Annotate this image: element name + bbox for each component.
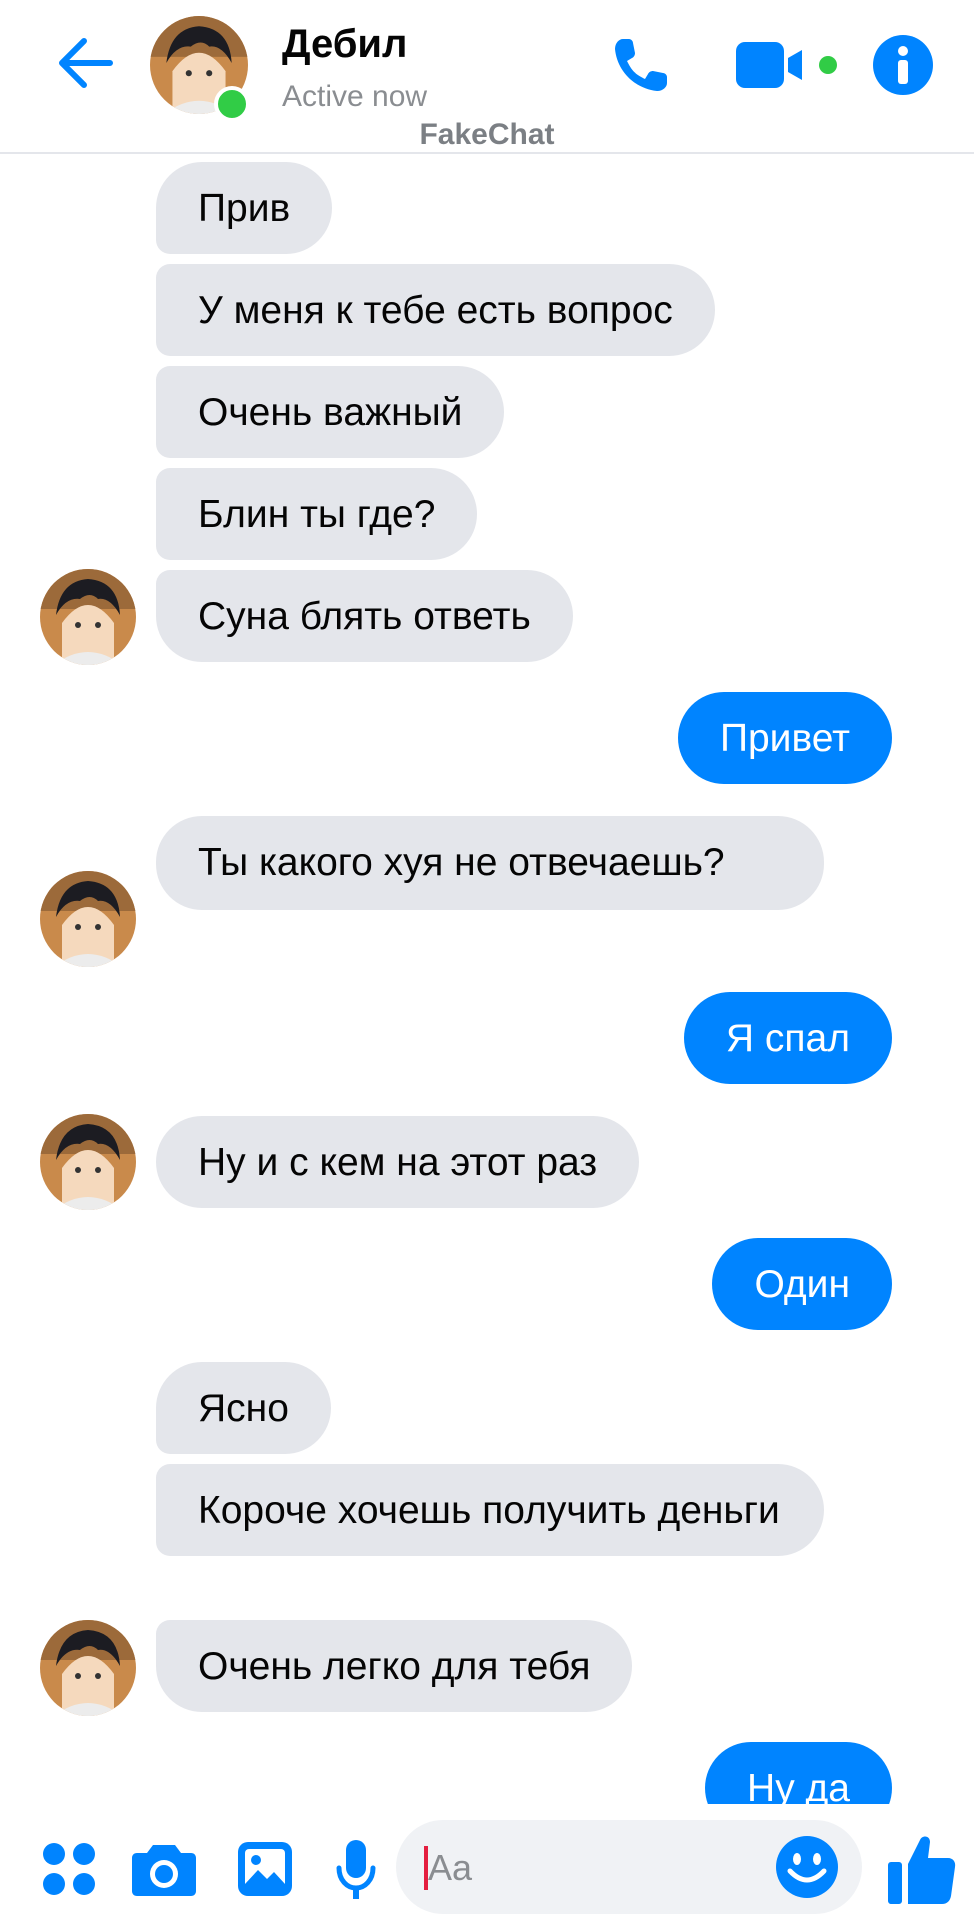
message-bubble-incoming[interactable]: Очень важный bbox=[156, 366, 505, 458]
message-bubble-incoming[interactable]: Очень легко для тебя bbox=[156, 1620, 633, 1712]
chat-header: Дебил Active now FakeChat bbox=[0, 0, 974, 154]
gallery-icon bbox=[238, 1842, 292, 1896]
voice-message-button[interactable] bbox=[326, 1832, 386, 1908]
composer-bar bbox=[0, 1806, 974, 1920]
message-bubble-incoming[interactable]: Блин ты где? bbox=[156, 468, 478, 560]
apps-button[interactable] bbox=[36, 1836, 102, 1902]
back-arrow-icon bbox=[59, 38, 113, 88]
emoji-button[interactable] bbox=[774, 1834, 840, 1900]
message-bubble-incoming[interactable]: Ну и с кем на этот раз bbox=[156, 1116, 640, 1208]
apps-icon bbox=[43, 1843, 95, 1895]
avatar-image bbox=[40, 1114, 136, 1210]
contact-avatar-small[interactable] bbox=[40, 569, 136, 665]
message-bubble-outgoing[interactable]: Привет bbox=[677, 692, 892, 784]
info-button[interactable] bbox=[872, 34, 934, 96]
online-indicator bbox=[214, 86, 250, 122]
message-input-container[interactable] bbox=[396, 1820, 862, 1916]
camera-icon bbox=[132, 1845, 196, 1896]
contact-name[interactable]: Дебил bbox=[282, 22, 407, 67]
contact-status: Active now bbox=[282, 80, 428, 113]
watermark: FakeChat bbox=[0, 118, 974, 152]
back-button[interactable] bbox=[50, 28, 120, 98]
message-bubble-incoming[interactable]: Суна блять ответь bbox=[156, 570, 573, 662]
message-input[interactable] bbox=[426, 1820, 760, 1916]
message-bubble-outgoing[interactable]: Я спал bbox=[683, 992, 892, 1084]
message-bubble-incoming[interactable]: Короче хочешь получить деньги bbox=[156, 1464, 824, 1556]
watermark-text: FakeChat bbox=[419, 118, 555, 151]
message-bubble-incoming[interactable]: Ясно bbox=[156, 1362, 331, 1454]
message-bubble-incoming[interactable]: Ты какого хуя не отвечаешь? bbox=[156, 816, 824, 910]
emoji-icon bbox=[776, 1836, 838, 1898]
microphone-icon bbox=[336, 1840, 376, 1899]
info-icon bbox=[873, 35, 933, 95]
avatar-image bbox=[40, 871, 136, 967]
message-bubble-outgoing[interactable]: Один bbox=[712, 1238, 892, 1330]
like-button[interactable] bbox=[882, 1828, 960, 1910]
contact-avatar-small[interactable] bbox=[40, 1620, 136, 1716]
message-bubble-incoming[interactable]: У меня к тебе есть вопрос bbox=[156, 264, 715, 356]
voice-call-button[interactable] bbox=[606, 30, 676, 100]
avatar-image bbox=[40, 569, 136, 665]
video-call-button[interactable] bbox=[734, 36, 844, 94]
message-bubble-incoming[interactable]: Прив bbox=[156, 162, 333, 254]
phone-icon bbox=[615, 39, 667, 91]
camera-button[interactable] bbox=[126, 1836, 202, 1902]
contact-avatar-small[interactable] bbox=[40, 1114, 136, 1210]
message-thread[interactable]: Прив У меня к тебе есть вопрос Очень важ… bbox=[0, 154, 974, 1804]
thumbs-up-icon bbox=[888, 1836, 956, 1904]
gallery-button[interactable] bbox=[230, 1834, 300, 1904]
video-camera-icon bbox=[736, 42, 837, 88]
avatar-image bbox=[40, 1620, 136, 1716]
contact-avatar-small[interactable] bbox=[40, 871, 136, 967]
message-bubble-outgoing[interactable]: Ну да bbox=[705, 1742, 892, 1804]
